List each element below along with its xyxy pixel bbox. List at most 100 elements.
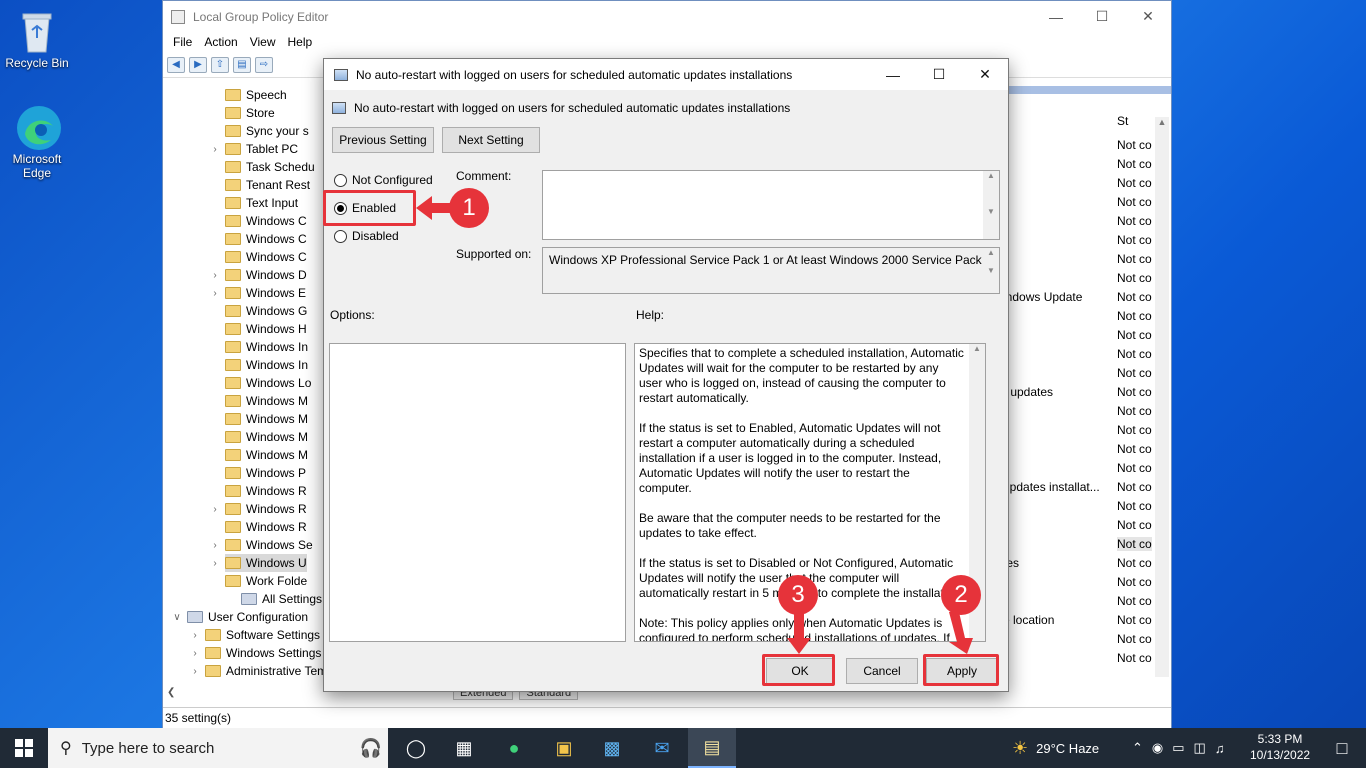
status-bar: 35 setting(s) <box>163 707 1171 728</box>
battery-icon[interactable]: ▭ <box>1172 740 1184 756</box>
tree-item[interactable]: Windows M <box>225 392 308 410</box>
tree-item-label: Windows In <box>246 358 309 372</box>
tree-item[interactable]: Windows G <box>225 302 307 320</box>
disabled-radio[interactable]: Disabled <box>334 229 399 243</box>
mail-icon[interactable]: ✉ <box>638 728 686 768</box>
tree-item[interactable]: Windows R <box>225 518 307 536</box>
menu-help[interactable]: Help <box>282 35 319 49</box>
supported-scrollbar[interactable]: ▲ ▼ <box>983 248 999 293</box>
back-icon[interactable]: ◀ <box>167 56 185 73</box>
close-icon[interactable]: ✕ <box>962 59 1008 90</box>
task-view-icon[interactable]: ▦ <box>440 728 488 768</box>
tree-item-software-settings[interactable]: › Software Settings <box>189 626 320 644</box>
export-list-icon[interactable]: ⇨ <box>255 56 273 73</box>
setting-name-fragment[interactable]: e location <box>1003 613 1054 627</box>
weather-widget[interactable]: ☀ 29°C Haze <box>1012 728 1099 768</box>
tree-item[interactable]: Windows Lo <box>225 374 311 392</box>
tree-item[interactable]: Windows M <box>225 446 308 464</box>
tree-item[interactable]: › Windows D <box>213 266 306 284</box>
chevron-right-icon[interactable]: › <box>209 288 221 299</box>
cancel-button[interactable]: Cancel <box>846 658 918 684</box>
not-configured-radio[interactable]: Not Configured <box>334 173 433 187</box>
up-folder-icon[interactable]: ⇧ <box>211 56 229 73</box>
tree-item-all-settings[interactable]: All Settings <box>225 590 322 608</box>
tree-item[interactable]: Windows R <box>225 482 307 500</box>
store-icon[interactable]: ▩ <box>588 728 636 768</box>
comment-textarea[interactable]: ▲ ▼ <box>542 170 1000 240</box>
tree-item[interactable]: Windows M <box>225 410 308 428</box>
cortana-icon[interactable]: ◯ <box>392 728 440 768</box>
minimize-icon[interactable]: — <box>1033 1 1079 32</box>
show-hide-tree-icon[interactable]: ▤ <box>233 56 251 73</box>
chevron-right-icon[interactable]: › <box>209 504 221 515</box>
menu-file[interactable]: File <box>167 35 198 49</box>
maximize-icon[interactable]: ☐ <box>1079 1 1125 32</box>
state-column-header[interactable]: St <box>1117 114 1128 128</box>
tree-item[interactable]: › Windows E <box>213 284 306 302</box>
maximize-icon[interactable]: ☐ <box>916 59 962 90</box>
next-setting-button[interactable]: Next Setting <box>442 127 540 153</box>
tree-item[interactable]: Windows H <box>225 320 307 338</box>
clock[interactable]: 5:33 PM 10/13/2022 <box>1250 731 1310 763</box>
settings-scrollbar[interactable]: ▲ <box>1155 117 1169 677</box>
chevron-right-icon[interactable]: › <box>209 144 221 155</box>
chevron-down-icon[interactable]: ∨ <box>171 612 183 623</box>
start-windows-icon[interactable] <box>0 728 48 768</box>
chevron-right-icon[interactable]: › <box>189 648 201 659</box>
tree-item[interactable]: Windows C <box>225 230 307 248</box>
menu-view[interactable]: View <box>244 35 282 49</box>
tree-item[interactable]: Work Folde <box>225 572 307 590</box>
network-icon[interactable]: ◫ <box>1194 740 1206 756</box>
tree-item[interactable]: › Windows R <box>213 500 306 518</box>
webcam-icon[interactable]: ◉ <box>1152 740 1163 756</box>
tree-item[interactable]: Speech <box>225 86 287 104</box>
desktop-icon-recycle-bin[interactable]: Recycle Bin <box>2 8 72 70</box>
tree-item[interactable]: › Windows Se <box>213 536 312 554</box>
chevron-right-icon[interactable]: › <box>189 630 201 641</box>
tree-item-windows-settings[interactable]: › Windows Settings <box>189 644 321 662</box>
notification-icon[interactable]: □ <box>1318 728 1366 768</box>
menu-action[interactable]: Action <box>198 35 243 49</box>
file-explorer-icon[interactable]: ▣ <box>540 728 588 768</box>
setting-name-fragment[interactable]: updates installat... <box>1003 480 1100 494</box>
volume-icon[interactable]: ♫ <box>1215 741 1225 756</box>
tree-item[interactable]: Tenant Rest <box>225 176 310 194</box>
taskbar-search-box[interactable]: ⚲ Type here to search 🎧 <box>48 728 388 768</box>
chevron-up-icon[interactable]: ⌃ <box>1132 740 1143 756</box>
setting-name-fragment[interactable]: r updates <box>1003 385 1053 399</box>
forward-icon[interactable]: ▶ <box>189 56 207 73</box>
tree-item[interactable]: › Windows U <box>213 554 307 572</box>
tree-item[interactable]: › Tablet PC <box>213 140 298 158</box>
tree-item[interactable]: Windows In <box>225 356 308 374</box>
state-cell: Not co <box>1117 290 1152 304</box>
close-icon[interactable]: ✕ <box>1125 1 1171 32</box>
state-cell: Not co <box>1117 233 1152 247</box>
horizontal-scrollbar[interactable]: ❮ <box>167 687 177 701</box>
tree-item[interactable]: Sync your s <box>225 122 309 140</box>
tree-item[interactable]: Text Input <box>225 194 298 212</box>
tree-item[interactable]: Windows P <box>225 464 306 482</box>
gpedit-taskbar-icon[interactable]: ▤ <box>688 728 736 768</box>
tree-item[interactable]: Windows In <box>225 338 308 356</box>
minimize-icon[interactable]: — <box>870 59 916 90</box>
tree-item[interactable]: Task Schedu <box>225 158 315 176</box>
highlight-ok <box>762 654 835 686</box>
tree-item[interactable]: Windows C <box>225 212 307 230</box>
previous-setting-button[interactable]: Previous Setting <box>332 127 434 153</box>
chevron-right-icon[interactable]: › <box>209 270 221 281</box>
chevron-right-icon[interactable]: › <box>189 666 201 677</box>
folder-icon <box>225 485 241 497</box>
chevron-right-icon[interactable]: › <box>209 558 221 569</box>
desktop-icon-edge[interactable]: Microsoft Edge <box>2 104 72 180</box>
folder-icon <box>225 557 241 569</box>
tree-item-label: Tenant Rest <box>246 178 311 192</box>
chevron-right-icon[interactable]: › <box>209 540 221 551</box>
tree-item[interactable]: Store <box>225 104 275 122</box>
tree-item[interactable]: Windows C <box>225 248 307 266</box>
tree-item-user-config[interactable]: ∨ User Configuration <box>171 608 308 626</box>
edge-taskbar-icon[interactable]: ● <box>490 728 538 768</box>
tree-item[interactable]: Windows M <box>225 428 308 446</box>
comment-scrollbar[interactable]: ▲ ▼ <box>983 171 999 239</box>
setting-name-fragment[interactable]: indows Update <box>1003 290 1082 304</box>
tree-item-admin-templates[interactable]: › Administrative Tem <box>189 662 325 680</box>
